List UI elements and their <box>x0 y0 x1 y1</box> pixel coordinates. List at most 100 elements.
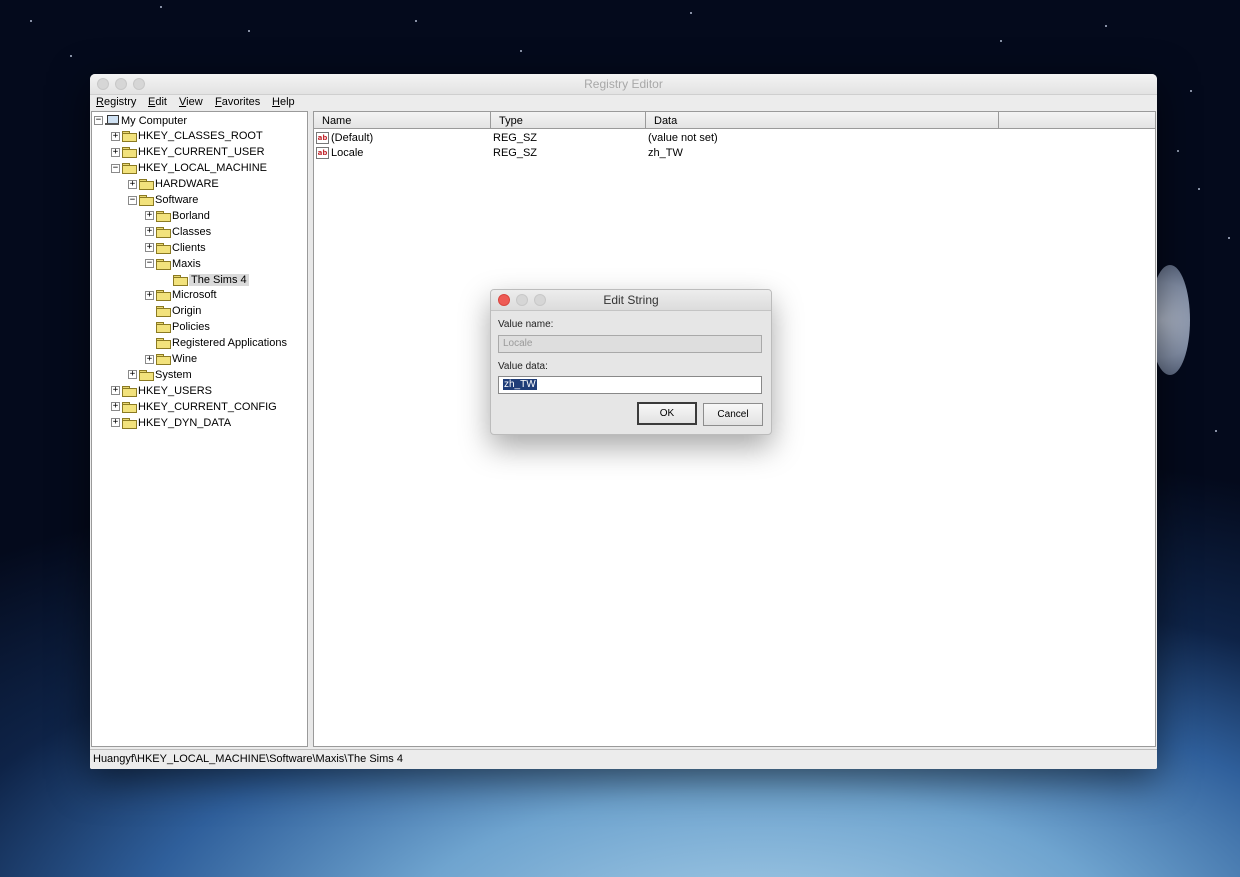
tree-node[interactable]: + HARDWARE <box>128 177 219 192</box>
tree-node[interactable]: − HKEY_LOCAL_MACHINE <box>111 161 267 176</box>
title-bar[interactable]: Registry Editor <box>90 74 1157 95</box>
ok-button[interactable]: OK <box>637 402 697 425</box>
folder-icon <box>156 242 171 254</box>
column-header-type[interactable]: Type <box>491 112 646 129</box>
expand-icon[interactable]: + <box>128 179 137 189</box>
tree-node[interactable]: + Classes <box>145 224 211 239</box>
expand-icon[interactable]: + <box>111 402 120 412</box>
value-data: zh_TW <box>648 146 683 159</box>
value-data: (value not set) <box>648 131 718 144</box>
menu-bar: Registry Edit View Favorites Help <box>90 95 1157 111</box>
folder-icon <box>156 210 171 222</box>
tree-node[interactable]: + HKEY_DYN_DATA <box>111 415 231 430</box>
expand-icon[interactable]: + <box>111 418 120 428</box>
tree-node[interactable]: Registered Applications <box>145 336 287 351</box>
expand-icon[interactable]: + <box>145 227 154 237</box>
selected-text: zh_TW <box>503 379 537 390</box>
tree-node[interactable]: − Software <box>128 193 198 208</box>
folder-icon <box>122 401 137 413</box>
cancel-button[interactable]: Cancel <box>703 403 763 426</box>
folder-icon <box>156 354 171 365</box>
expand-icon[interactable]: + <box>145 243 154 253</box>
tree-node[interactable]: + HKEY_CLASSES_ROOT <box>111 129 263 144</box>
value-data-label: Value data: <box>498 361 548 372</box>
tree-node[interactable]: + Microsoft <box>145 288 217 303</box>
column-header-data[interactable]: Data <box>646 112 999 129</box>
tree-node-label: Classes <box>172 225 212 238</box>
expand-icon[interactable]: + <box>145 354 154 364</box>
tree-node[interactable]: − My Computer <box>94 113 187 128</box>
value-data-input[interactable]: zh_TW <box>498 376 762 394</box>
tree-node-label: Borland <box>172 209 210 222</box>
folder-icon <box>156 338 171 350</box>
expand-icon[interactable]: + <box>145 290 154 300</box>
folder-open-icon <box>173 274 188 286</box>
registry-tree[interactable]: − My Computer + HKEY_CLASSES_ROOT + HKEY_CURR… <box>91 111 308 747</box>
folder-icon <box>156 306 171 318</box>
value-name: (Default) <box>331 131 374 144</box>
menu-view[interactable]: View <box>179 96 203 108</box>
tree-node-label: System <box>155 368 192 381</box>
tree-node-label: Software <box>155 194 199 206</box>
tree-node[interactable]: The Sims 4 <box>162 272 249 287</box>
expand-icon[interactable]: + <box>145 211 154 221</box>
tree-node[interactable]: − Maxis <box>145 256 201 271</box>
status-bar: Huangyf\HKEY_LOCAL_MACHINE\Software\Maxi… <box>90 749 1157 769</box>
tree-node[interactable]: + HKEY_CURRENT_USER <box>111 145 265 160</box>
tree-node-label: Clients <box>172 241 206 254</box>
tree-node[interactable]: + Clients <box>145 240 206 255</box>
menu-help[interactable]: Help <box>272 96 295 108</box>
folder-icon <box>156 258 171 270</box>
tree-node[interactable]: Policies <box>145 320 210 335</box>
value-name: Locale <box>331 146 364 159</box>
collapse-icon[interactable]: − <box>94 116 103 125</box>
string-value-icon: ab <box>316 146 329 159</box>
tree-node[interactable]: + HKEY_CURRENT_CONFIG <box>111 399 277 414</box>
tree-node[interactable]: + Wine <box>145 352 197 367</box>
expand-icon[interactable]: + <box>111 147 120 157</box>
folder-icon <box>139 179 154 191</box>
tree-node[interactable]: + Borland <box>145 208 210 223</box>
folder-icon <box>156 226 171 238</box>
tree-node-label: Microsoft <box>172 289 217 302</box>
column-header-name[interactable]: Name <box>314 112 491 129</box>
value-row[interactable]: ab (Default) REG_SZ (value not set) <box>316 130 916 145</box>
folder-icon <box>139 195 154 206</box>
value-type: REG_SZ <box>493 131 538 144</box>
folder-icon <box>139 369 154 381</box>
tree-node[interactable]: Origin <box>145 304 201 319</box>
status-path: Huangyf\HKEY_LOCAL_MACHINE\Software\Maxi… <box>93 753 403 765</box>
expand-icon[interactable]: + <box>128 370 137 380</box>
tree-node-label: Origin <box>172 305 202 318</box>
menu-favorites[interactable]: Favorites <box>215 96 260 108</box>
tree-node-label: Maxis <box>172 257 201 270</box>
menu-registry[interactable]: Registry <box>96 96 136 108</box>
value-name-label: Value name: <box>498 319 554 330</box>
folder-icon <box>122 417 137 429</box>
value-row[interactable]: ab Locale REG_SZ zh_TW <box>316 145 916 160</box>
folder-icon <box>156 290 171 302</box>
folder-icon <box>122 131 137 143</box>
expand-icon[interactable]: + <box>111 386 120 396</box>
collapse-icon[interactable]: − <box>111 163 120 173</box>
computer-icon <box>105 115 119 126</box>
dialog-title: Edit String <box>603 293 659 307</box>
tree-node[interactable]: + HKEY_USERS <box>111 383 212 398</box>
tree-node-label: HARDWARE <box>155 178 219 191</box>
column-header-empty <box>999 112 1155 129</box>
collapse-icon[interactable]: − <box>128 195 137 205</box>
expand-icon[interactable]: + <box>111 131 120 141</box>
tree-node-label: The Sims 4 <box>189 273 249 286</box>
folder-icon <box>122 385 137 397</box>
window-title: Registry Editor <box>584 77 663 91</box>
tree-node[interactable]: + System <box>128 367 192 382</box>
value-type: REG_SZ <box>493 146 538 159</box>
collapse-icon[interactable]: − <box>145 259 154 269</box>
tree-node-label: Policies <box>172 321 210 334</box>
folder-icon <box>156 322 171 334</box>
dialog-title-bar[interactable]: Edit String <box>491 290 771 311</box>
folder-icon <box>122 147 137 159</box>
tree-node-label: HKEY_DYN_DATA <box>138 416 232 429</box>
menu-edit[interactable]: Edit <box>148 96 167 108</box>
value-name-field: Locale <box>498 335 762 353</box>
